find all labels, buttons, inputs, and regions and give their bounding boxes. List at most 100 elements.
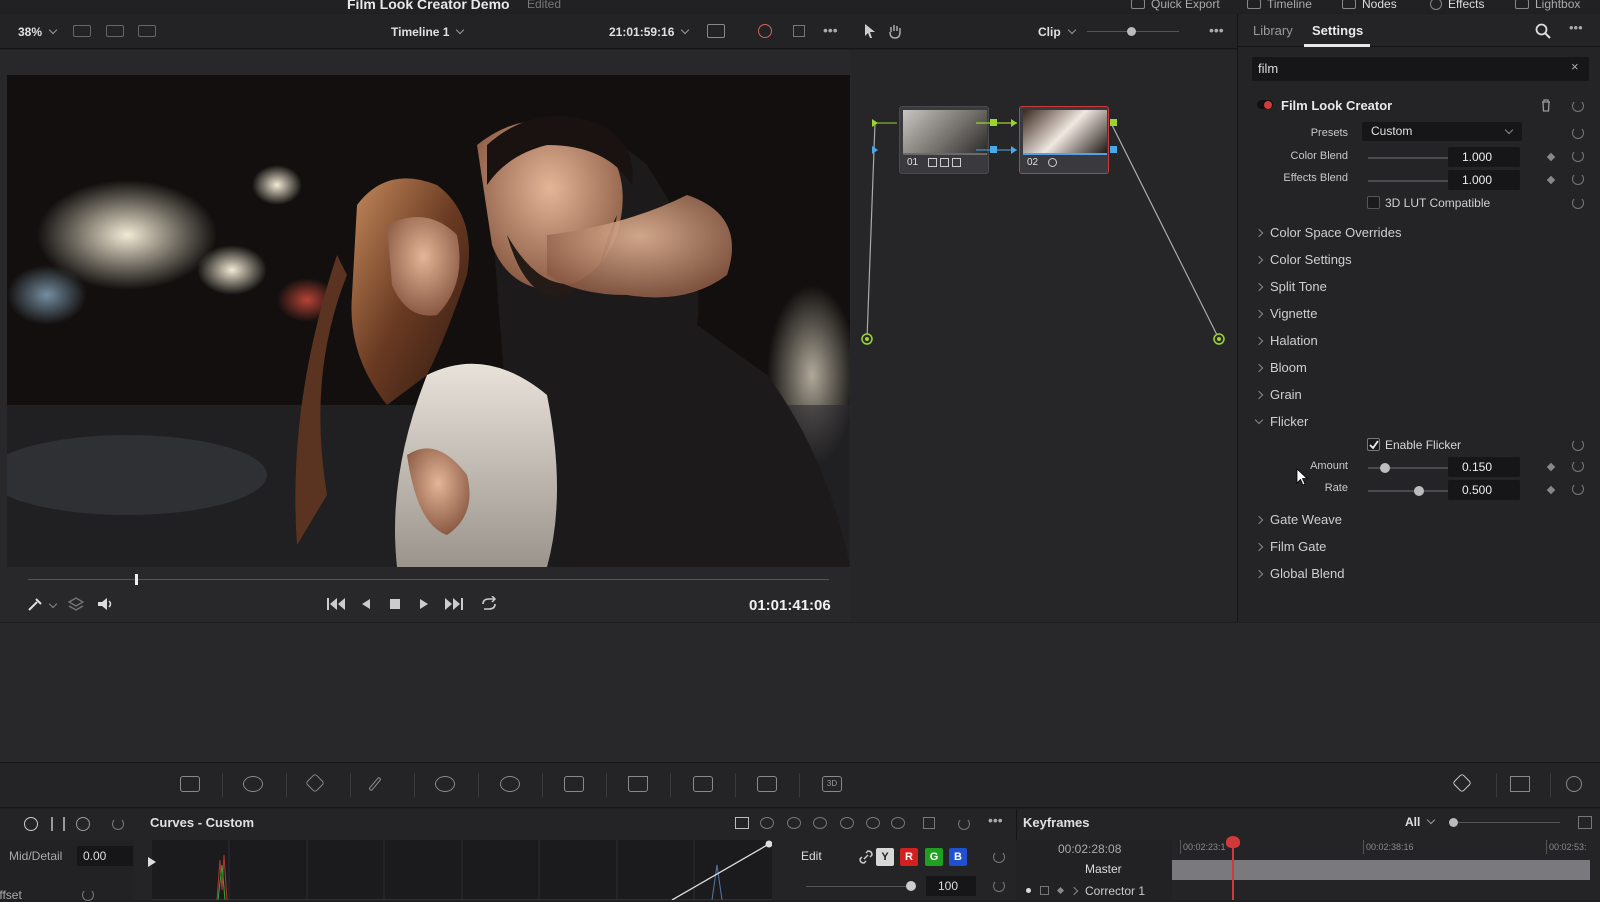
hue-vs-hue-icon[interactable] — [760, 817, 774, 829]
reset-icon[interactable] — [1572, 483, 1584, 495]
info-icon[interactable] — [1566, 776, 1582, 792]
play-reverse-icon[interactable] — [361, 598, 371, 610]
expand-icon[interactable] — [923, 817, 935, 829]
keyframe-playhead-handle[interactable] — [1226, 836, 1240, 848]
reset-icon[interactable] — [958, 818, 970, 830]
node-editor[interactable]: 01 02 — [851, 50, 1237, 622]
reset-icon[interactable] — [1572, 100, 1584, 112]
3d-icon[interactable]: 3D — [822, 776, 842, 792]
lut-compatible-checkbox[interactable] — [1367, 196, 1380, 209]
split-viewer-icon[interactable] — [138, 25, 156, 37]
nav-nodes[interactable]: Nodes — [1342, 0, 1397, 11]
slider-knob[interactable] — [906, 881, 916, 891]
node-more-icon[interactable]: ••• — [1209, 22, 1224, 38]
master-keyframe-track[interactable] — [1172, 860, 1590, 880]
keyframe-icon[interactable] — [1546, 485, 1556, 495]
reset-icon[interactable] — [82, 889, 94, 901]
clear-search-icon[interactable]: × — [1571, 59, 1579, 74]
loop-icon[interactable] — [480, 596, 498, 612]
track-master[interactable]: Master — [1085, 862, 1122, 876]
tracker-icon[interactable] — [500, 776, 520, 792]
lum-vs-sat-icon[interactable] — [840, 817, 854, 829]
presets-dropdown[interactable]: Custom — [1362, 122, 1522, 141]
delete-icon[interactable] — [1540, 99, 1552, 112]
lock-icon[interactable] — [1040, 886, 1049, 895]
reset-icon[interactable] — [1572, 439, 1584, 451]
channel-y-button[interactable]: Y — [876, 848, 894, 866]
enable-flicker-checkbox[interactable] — [1367, 438, 1380, 451]
section-split-tone[interactable]: Split Tone — [1254, 279, 1327, 294]
nav-timeline[interactable]: Timeline — [1247, 0, 1312, 11]
keyframe-playhead[interactable] — [1232, 840, 1234, 900]
slider-knob[interactable] — [1449, 818, 1458, 827]
pointer-icon[interactable] — [863, 23, 877, 39]
color-blend-input[interactable]: 1.000 — [1448, 147, 1520, 167]
reset-icon[interactable] — [993, 851, 1005, 863]
link-icon[interactable] — [859, 850, 873, 864]
key-icon[interactable] — [693, 776, 713, 792]
scrub-bar[interactable] — [28, 579, 829, 580]
nav-quick-export[interactable]: Quick Export — [1131, 0, 1220, 11]
primaries-icon[interactable] — [24, 817, 38, 831]
section-global-blend[interactable]: Global Blend — [1254, 566, 1344, 581]
flicker-amount-input[interactable]: 0.150 — [1448, 457, 1520, 477]
slider-knob[interactable] — [1414, 486, 1424, 496]
layers-icon[interactable] — [68, 597, 84, 611]
fullscreen-icon[interactable] — [793, 25, 805, 37]
section-gate-weave[interactable]: Gate Weave — [1254, 512, 1342, 527]
blur-icon[interactable] — [628, 776, 648, 792]
keyframe-zoom-slider[interactable] — [1453, 822, 1560, 823]
bars-icon[interactable] — [51, 817, 65, 831]
curve-graph[interactable] — [152, 840, 772, 900]
record-timecode[interactable]: 21:01:59:16 — [609, 25, 690, 39]
reset-icon[interactable] — [1572, 197, 1584, 209]
sat-vs-sat-icon[interactable] — [866, 817, 880, 829]
keyframe-icon[interactable] — [1546, 462, 1556, 472]
keyframe-expand-icon[interactable] — [1578, 816, 1592, 829]
video-frame[interactable] — [7, 75, 850, 567]
section-bloom[interactable]: Bloom — [1254, 360, 1307, 375]
section-color-settings[interactable]: Color Settings — [1254, 252, 1352, 267]
sizing-icon[interactable] — [757, 776, 777, 792]
zoom-icon[interactable] — [76, 817, 90, 831]
skip-to-end-icon[interactable] — [444, 597, 464, 611]
reset-icon[interactable] — [112, 818, 124, 830]
single-viewer-icon[interactable] — [73, 25, 91, 37]
window-icon[interactable] — [435, 776, 455, 792]
tab-settings[interactable]: Settings — [1312, 23, 1363, 38]
flicker-rate-input[interactable]: 0.500 — [1448, 480, 1520, 500]
section-halation[interactable]: Halation — [1254, 333, 1318, 348]
timeline-dropdown[interactable]: Timeline 1 — [391, 25, 465, 39]
stop-icon[interactable] — [389, 598, 401, 610]
zoom-dropdown[interactable]: 38% — [18, 25, 58, 39]
sat-vs-lum-icon[interactable] — [891, 817, 905, 829]
panel-more-icon[interactable]: ••• — [1569, 20, 1583, 35]
bypass-icon[interactable] — [758, 24, 772, 38]
fx-overlay-icon[interactable] — [707, 24, 725, 38]
channel-b-button[interactable]: B — [949, 848, 967, 866]
scopes-icon[interactable] — [1510, 776, 1530, 792]
effects-search-input[interactable]: film × — [1252, 57, 1589, 81]
intensity-slider[interactable] — [806, 886, 910, 887]
hue-vs-lum-icon[interactable] — [813, 817, 827, 829]
more-options-icon[interactable]: ••• — [823, 22, 838, 38]
channel-g-button[interactable]: G — [925, 848, 943, 866]
keyframe-icon[interactable] — [1546, 152, 1556, 162]
mid-detail-input[interactable]: 0.00 — [77, 846, 133, 866]
keyframe-icon[interactable] — [1546, 175, 1556, 185]
search-icon[interactable] — [1535, 23, 1551, 39]
section-film-gate[interactable]: Film Gate — [1254, 539, 1326, 554]
hand-icon[interactable] — [887, 23, 903, 39]
color-warper-icon[interactable] — [243, 776, 263, 792]
curves-palette-icon[interactable] — [180, 776, 200, 792]
effects-blend-input[interactable]: 1.000 — [1448, 170, 1520, 190]
grid-viewer-icon[interactable] — [106, 25, 124, 37]
nav-effects[interactable]: Effects — [1430, 0, 1484, 11]
channel-r-button[interactable]: R — [900, 848, 918, 866]
curves-more-icon[interactable]: ••• — [988, 812, 1003, 828]
node-mode-dropdown[interactable]: Clip — [1038, 25, 1076, 39]
reset-icon[interactable] — [1572, 173, 1584, 185]
slider-knob[interactable] — [1380, 463, 1390, 473]
curve-custom-icon[interactable] — [735, 817, 749, 829]
reset-icon[interactable] — [1572, 127, 1584, 139]
